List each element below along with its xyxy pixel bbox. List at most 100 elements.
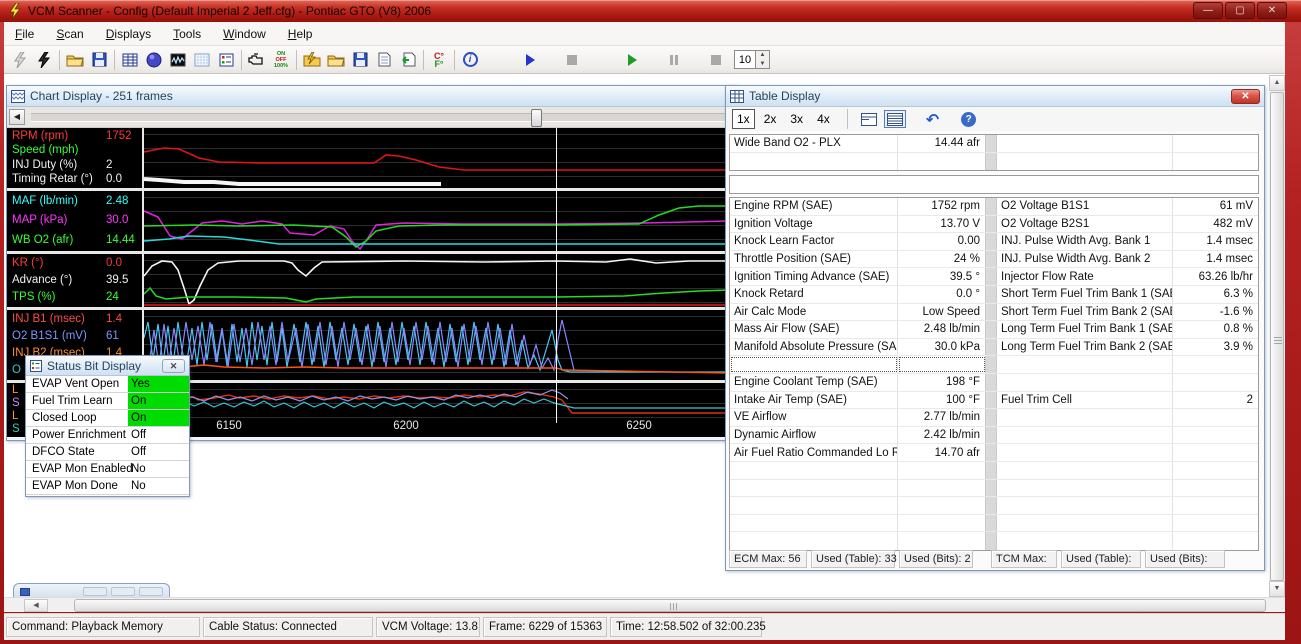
table-cell[interactable] bbox=[898, 356, 986, 373]
connect-disabled-icon[interactable] bbox=[8, 48, 32, 72]
open-config-icon[interactable] bbox=[63, 48, 87, 72]
table-cell[interactable]: Engine Coolant Temp (SAE) bbox=[730, 373, 898, 391]
chart-parameter-row[interactable]: WB O2 (afr) 14.44 bbox=[7, 234, 142, 247]
save-config-icon[interactable] bbox=[87, 48, 111, 72]
chart-parameter-row[interactable]: MAF (lb/min) 2.48 bbox=[7, 195, 142, 208]
table-cell[interactable] bbox=[898, 497, 986, 514]
grid-display-icon[interactable] bbox=[190, 48, 214, 72]
table-cell[interactable] bbox=[1173, 444, 1258, 461]
table-cell[interactable]: Fuel Trim Cell bbox=[996, 391, 1173, 409]
table-row[interactable] bbox=[730, 479, 1258, 498]
status-bit-row[interactable]: EVAP Mon Done No bbox=[26, 478, 189, 495]
table-cell[interactable] bbox=[898, 152, 986, 171]
table-cell[interactable]: 14.70 afr bbox=[898, 444, 986, 461]
log-file-icon[interactable] bbox=[372, 48, 396, 72]
table-cell[interactable] bbox=[996, 409, 1173, 426]
table-row[interactable]: Knock Learn Factor 0.00 INJ. Pulse Width A… bbox=[730, 233, 1258, 251]
table-cell[interactable]: 2.42 lb/min bbox=[898, 426, 986, 444]
table-row[interactable]: Knock Retard 0.0 ° Short Term Fuel Trim Ba… bbox=[730, 285, 1258, 304]
status-bit-row[interactable]: EVAP Mon Enabled No bbox=[26, 461, 189, 478]
play-scan-icon[interactable] bbox=[518, 48, 542, 72]
chart-cursor-line[interactable] bbox=[556, 128, 557, 423]
table-row[interactable]: Air Fuel Ratio Commanded Lo Res 14.70 afr bbox=[730, 444, 1258, 462]
table-cell[interactable] bbox=[730, 514, 898, 532]
table-cell[interactable] bbox=[1173, 532, 1258, 550]
table-row[interactable] bbox=[730, 532, 1258, 550]
table-cell[interactable]: 198 °F bbox=[898, 373, 986, 391]
scroll-down-icon[interactable]: ▼ bbox=[1269, 581, 1285, 597]
table-cell[interactable]: Knock Retard bbox=[730, 285, 898, 303]
table-row[interactable] bbox=[730, 514, 1258, 533]
table-cell[interactable] bbox=[996, 479, 1173, 497]
table-cell[interactable] bbox=[1173, 515, 1258, 532]
chart-display-icon[interactable] bbox=[166, 48, 190, 72]
minimize-button[interactable]: — bbox=[1193, 2, 1223, 19]
table-row[interactable] bbox=[730, 356, 1258, 374]
table-row[interactable]: Dynamic Airflow 2.42 lb/min bbox=[730, 426, 1258, 445]
stop-scan-icon[interactable] bbox=[560, 48, 584, 72]
menu-item-help[interactable]: Help bbox=[277, 23, 324, 45]
table-cell[interactable]: 30.0 kPa bbox=[898, 338, 986, 356]
export-log-icon[interactable] bbox=[396, 48, 420, 72]
table-row[interactable]: Mass Air Flow (SAE) 2.48 lb/min Long Term … bbox=[730, 321, 1258, 339]
table-cell[interactable]: -1.6 % bbox=[1173, 304, 1258, 321]
status-bit-row[interactable]: EVAP Vent Open Yes bbox=[26, 376, 189, 393]
table-row[interactable]: VE Airflow 2.77 lb/min bbox=[730, 409, 1258, 427]
table-cell[interactable]: 1.4 msec bbox=[1173, 251, 1258, 268]
minimized-restore-button[interactable] bbox=[83, 587, 107, 596]
table-cell[interactable] bbox=[996, 497, 1173, 514]
client-horizontal-scrollbar[interactable]: ◀ bbox=[4, 597, 1285, 612]
table-row[interactable] bbox=[730, 497, 1258, 515]
spin-up-icon[interactable]: ▲ bbox=[756, 51, 769, 60]
table-display-titlebar[interactable]: Table Display ✕ bbox=[726, 86, 1264, 107]
table-cell[interactable]: Intake Air Temp (SAE) bbox=[730, 391, 898, 409]
chart-parameter-row[interactable]: MAP (kPa) 30.0 bbox=[7, 214, 142, 227]
play-log-icon[interactable] bbox=[620, 48, 644, 72]
frame-skip-spinner[interactable]: 10 ▲ ▼ bbox=[734, 50, 770, 69]
maximize-button[interactable]: ▢ bbox=[1225, 2, 1255, 19]
chart-parameter-row[interactable]: RPM (rpm) 1752 bbox=[7, 130, 142, 143]
table-cell[interactable]: 482 mV bbox=[1173, 216, 1258, 233]
table-cell[interactable]: 0.00 bbox=[898, 233, 986, 250]
table-cell[interactable]: Throttle Position (SAE) bbox=[730, 250, 898, 268]
table-row[interactable]: Manifold Absolute Pressure (SAE) 30.0 kPa… bbox=[730, 338, 1258, 357]
table-cell[interactable] bbox=[898, 479, 986, 497]
table-cell[interactable]: 2.77 lb/min bbox=[898, 409, 986, 426]
scroll-up-icon[interactable]: ▲ bbox=[1269, 75, 1285, 91]
table-cell[interactable]: Injector Flow Rate bbox=[996, 268, 1173, 285]
chart-parameter-row[interactable]: Speed (mph) bbox=[7, 144, 142, 157]
vertical-scroll-thumb[interactable] bbox=[1270, 92, 1284, 581]
table-cell[interactable] bbox=[996, 152, 1173, 171]
chart-parameter-row[interactable]: Advance (°) 39.5 bbox=[7, 274, 142, 287]
status-bit-row[interactable]: Power Enrichment Off bbox=[26, 427, 189, 444]
chart-parameter-row[interactable]: TPS (%) 24 bbox=[7, 291, 142, 304]
gauge-display-icon[interactable] bbox=[142, 48, 166, 72]
on-off-100-icon[interactable]: ON OFF 100% bbox=[269, 48, 293, 72]
table-cell[interactable]: Short Term Fuel Trim Bank 1 (SAE bbox=[996, 285, 1173, 303]
table-cell[interactable]: 1.4 msec bbox=[1173, 233, 1258, 250]
info-icon[interactable]: i bbox=[458, 48, 482, 72]
table-cell[interactable] bbox=[1173, 135, 1258, 152]
zoom-3x-button[interactable]: 3x bbox=[785, 109, 808, 129]
table-cell[interactable] bbox=[1173, 462, 1258, 479]
status-bit-row[interactable]: Fuel Trim Learn On bbox=[26, 393, 189, 410]
table-cell[interactable] bbox=[1173, 409, 1258, 426]
table-cell[interactable]: Long Term Fuel Trim Bank 1 (SAE bbox=[996, 321, 1173, 338]
table-cell[interactable]: Air Fuel Ratio Commanded Lo Res bbox=[730, 444, 898, 461]
table-cell[interactable]: 2.48 lb/min bbox=[898, 321, 986, 338]
scroll-left-icon[interactable]: ◀ bbox=[24, 599, 48, 612]
chart-scroll-left-button[interactable]: ◀ bbox=[9, 109, 25, 125]
spin-down-icon[interactable]: ▼ bbox=[756, 60, 769, 69]
table-cell[interactable]: 14.44 afr bbox=[898, 135, 986, 152]
table-cell[interactable]: 3.9 % bbox=[1173, 339, 1258, 356]
menu-item-tools[interactable]: Tools bbox=[162, 23, 212, 45]
frame-skip-value[interactable]: 10 bbox=[734, 50, 756, 69]
table-cell[interactable]: Ignition Voltage bbox=[730, 215, 898, 233]
table-row[interactable] bbox=[730, 152, 1258, 171]
table-cell[interactable] bbox=[1173, 427, 1258, 444]
table-cell[interactable]: 39.5 ° bbox=[898, 268, 986, 285]
minimized-maximize-button[interactable] bbox=[111, 587, 135, 596]
table-cell[interactable]: 63.26 lb/hr bbox=[1173, 268, 1258, 285]
menu-item-displays[interactable]: Displays bbox=[95, 23, 162, 45]
chart-display-titlebar[interactable]: Chart Display - 251 frames bbox=[7, 86, 735, 107]
